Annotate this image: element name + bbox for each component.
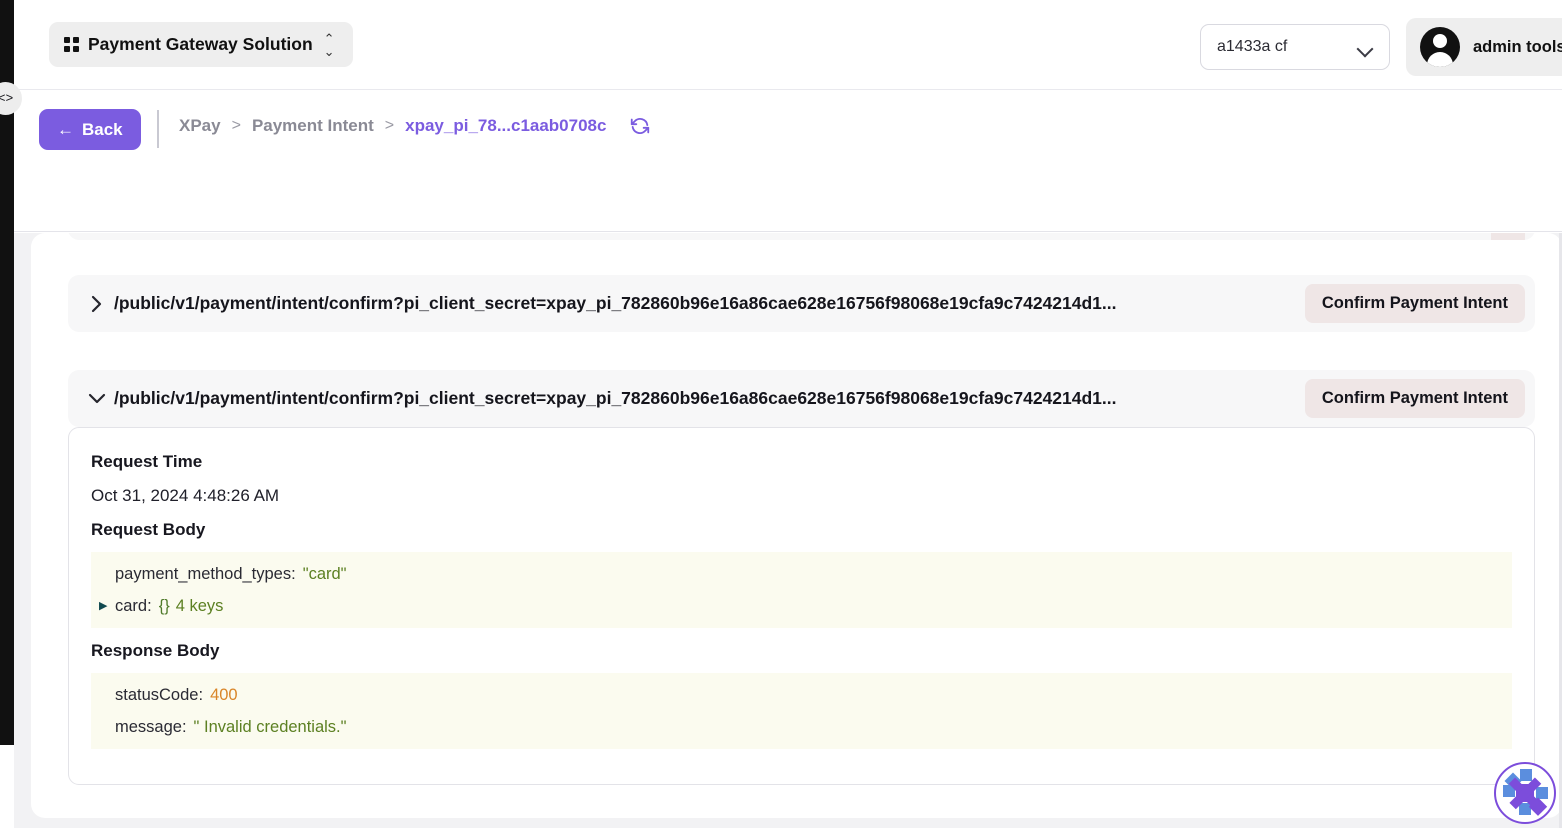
content-scroll-region[interactable]: /public/v1/payment/intent/confirm?pi_cli… xyxy=(14,233,1562,828)
confirm-payment-intent-button[interactable]: Confirm Payment Intent xyxy=(1305,379,1525,418)
request-detail-card: Request Time Oct 31, 2024 4:48:26 AM Req… xyxy=(68,427,1535,785)
confirm-payment-intent-button[interactable]: Confirm Payment Intent xyxy=(1305,284,1525,323)
grid-icon xyxy=(64,37,79,52)
breadcrumb-divider xyxy=(157,110,159,148)
json-colon: : xyxy=(147,597,152,616)
json-colon: : xyxy=(182,718,187,737)
app-root: Payment Gateway Solution ⌃⌄ a1433a cf ad… xyxy=(0,0,1562,828)
json-value: 400 xyxy=(210,686,238,705)
json-row[interactable]: ▶ card : {} 4 keys xyxy=(91,590,1512,622)
refresh-icon[interactable] xyxy=(629,115,651,137)
request-url: /public/v1/payment/intent/confirm?pi_cli… xyxy=(114,388,1305,409)
request-body-label: Request Body xyxy=(91,520,205,540)
json-colon: : xyxy=(198,686,203,705)
confirm-payment-intent-button[interactable] xyxy=(1491,233,1525,240)
request-row-expanded[interactable]: /public/v1/payment/intent/confirm?pi_cli… xyxy=(68,370,1535,427)
chevron-down-icon[interactable] xyxy=(80,393,114,405)
json-row: payment_method_types : "card" xyxy=(91,558,1512,590)
json-key: message xyxy=(115,718,182,737)
breadcrumb-separator: > xyxy=(232,117,241,135)
avatar xyxy=(1420,27,1460,67)
app-switcher[interactable]: Payment Gateway Solution ⌃⌄ xyxy=(49,22,353,67)
breadcrumb-item-current[interactable]: xpay_pi_78...c1aab0708c xyxy=(405,116,606,136)
chevron-right-icon[interactable] xyxy=(80,295,114,313)
environment-select-value: a1433a cf xyxy=(1217,38,1287,56)
triangle-right-icon[interactable]: ▶ xyxy=(99,601,115,612)
request-row-partial[interactable] xyxy=(68,233,1535,240)
back-button[interactable]: ← Back xyxy=(39,109,141,150)
support-widget-button[interactable] xyxy=(1494,762,1556,824)
json-value: "card" xyxy=(303,565,347,584)
json-row: statusCode : 400 xyxy=(91,679,1512,711)
json-key-count: 4 keys xyxy=(176,597,224,616)
json-braces: {} xyxy=(159,597,170,616)
breadcrumb: XPay > Payment Intent > xpay_pi_78...c1a… xyxy=(179,115,651,137)
arrow-left-icon: ← xyxy=(57,121,74,138)
request-time-label: Request Time xyxy=(91,452,202,472)
app-switcher-label: Payment Gateway Solution xyxy=(88,34,313,55)
request-time-value: Oct 31, 2024 4:48:26 AM xyxy=(91,486,279,506)
environment-select[interactable]: a1433a cf xyxy=(1200,24,1390,70)
request-row[interactable]: /public/v1/payment/intent/confirm?pi_cli… xyxy=(68,275,1535,332)
starburst-logo-icon xyxy=(1499,767,1551,819)
breadcrumb-item-payment-intent[interactable]: Payment Intent xyxy=(252,116,374,136)
json-key: statusCode xyxy=(115,686,198,705)
json-row: message : " Invalid credentials." xyxy=(91,711,1512,743)
breadcrumb-separator: > xyxy=(385,117,394,135)
json-key: card xyxy=(115,597,147,616)
breadcrumb-strip: ← Back XPay > Payment Intent > xpay_pi_7… xyxy=(14,91,1562,232)
response-body-json: statusCode : 400 message : " Invalid cre… xyxy=(91,673,1512,749)
user-menu[interactable]: admin tools xyxy=(1406,18,1562,76)
request-body-json: payment_method_types : "card" ▶ card : {… xyxy=(91,552,1512,628)
response-body-label: Response Body xyxy=(91,641,219,661)
json-colon: : xyxy=(291,565,296,584)
breadcrumb-item-xpay[interactable]: XPay xyxy=(179,116,221,136)
request-url: /public/v1/payment/intent/confirm?pi_cli… xyxy=(114,293,1305,314)
json-value: " Invalid credentials." xyxy=(194,718,347,737)
chevron-updown-icon: ⌃⌄ xyxy=(324,32,335,58)
requests-panel: /public/v1/payment/intent/confirm?pi_cli… xyxy=(31,233,1562,818)
back-button-label: Back xyxy=(82,120,123,140)
top-header-bar: Payment Gateway Solution ⌃⌄ a1433a cf ad… xyxy=(14,0,1562,90)
chevron-down-icon xyxy=(1358,43,1373,52)
user-name: admin tools xyxy=(1473,38,1562,57)
json-key: payment_method_types xyxy=(115,565,291,584)
